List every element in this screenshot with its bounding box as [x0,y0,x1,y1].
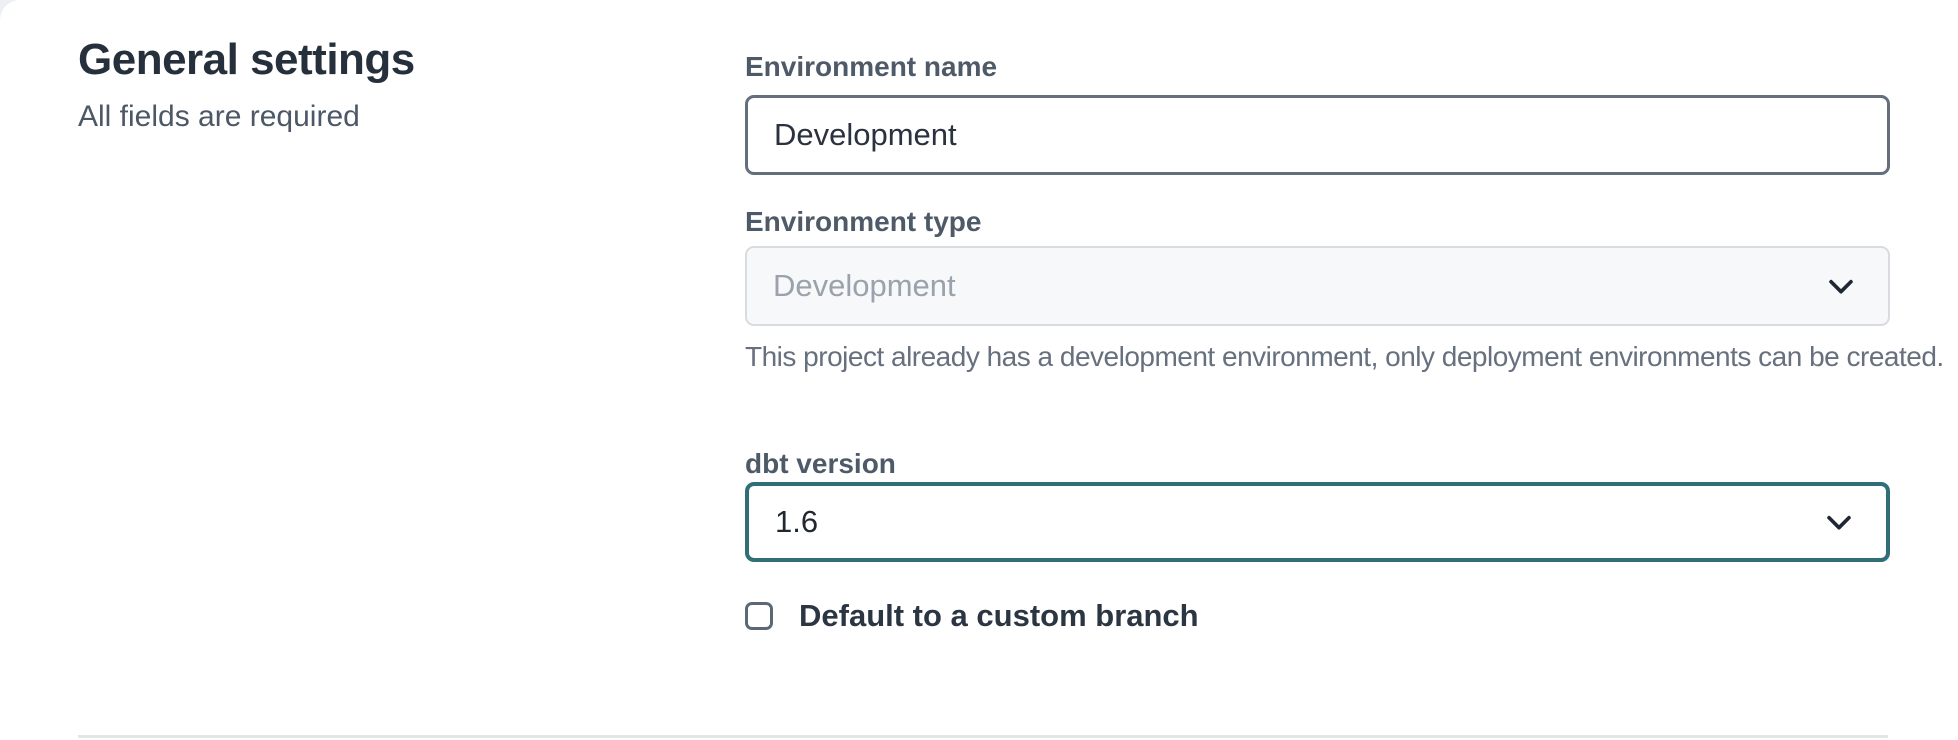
custom-branch-checkbox[interactable] [745,602,773,630]
environment-name-input[interactable] [745,95,1890,175]
page-subtitle: All fields are required [78,98,360,136]
dbt-version-selected-value: 1.6 [775,504,818,540]
chevron-down-icon [1822,505,1856,539]
environment-name-label: Environment name [745,50,997,84]
environment-type-select: Development [745,246,1890,326]
chevron-down-icon [1824,269,1858,303]
dbt-version-select[interactable]: 1.6 [745,482,1890,562]
custom-branch-row: Default to a custom branch [745,599,1199,633]
card-top-left-corner [0,0,26,26]
page-title: General settings [78,34,415,86]
dbt-version-label: dbt version [745,447,896,481]
custom-branch-checkbox-label[interactable]: Default to a custom branch [799,599,1199,633]
environment-type-selected-value: Development [773,268,956,304]
environment-type-help-text: This project already has a development e… [745,337,1958,377]
environment-type-label: Environment type [745,205,981,239]
section-divider [78,735,1888,738]
